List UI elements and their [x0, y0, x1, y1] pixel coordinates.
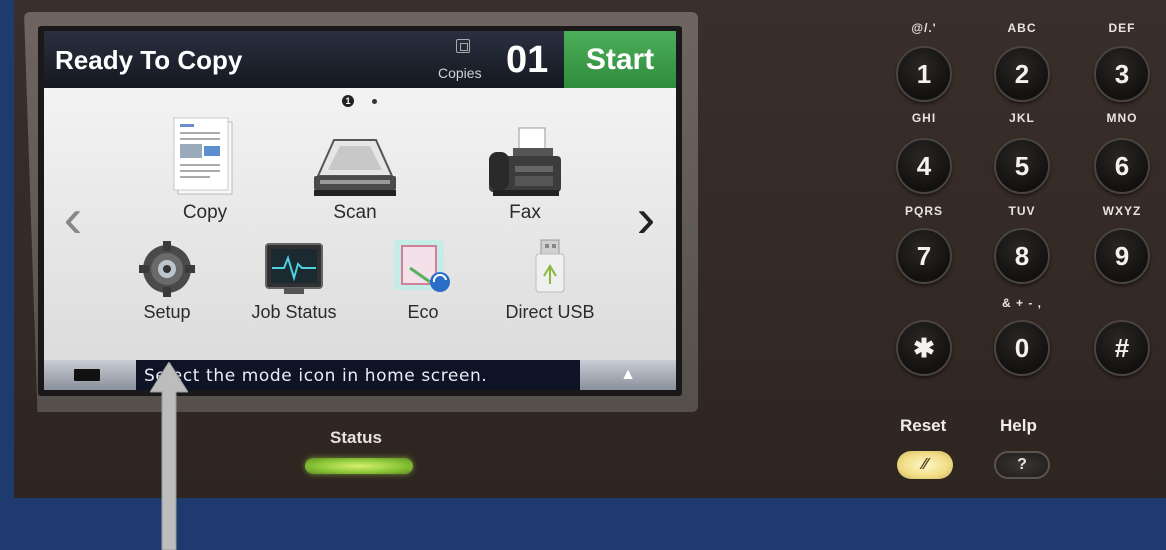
- screen-status-bar: Select the mode icon in home screen. ▲: [44, 360, 676, 390]
- app-copy[interactable]: Copy: [150, 116, 260, 224]
- monitor-icon: [265, 243, 323, 294]
- start-button[interactable]: Start: [564, 31, 676, 88]
- gear-icon: [139, 241, 195, 297]
- status-message: Select the mode icon in home screen.: [144, 366, 488, 386]
- copies-icon: [456, 39, 470, 53]
- key-letters: WXYZ: [1102, 204, 1142, 218]
- page-indicator-active: 1: [342, 95, 354, 107]
- key-3[interactable]: 3: [1094, 46, 1150, 102]
- screen-title: Ready To Copy: [55, 45, 243, 75]
- reset-button[interactable]: ⁄⁄: [897, 451, 953, 479]
- usb-icon: [535, 239, 565, 293]
- key-1[interactable]: 1: [896, 46, 952, 102]
- app-label: Scan: [333, 202, 377, 223]
- key-4[interactable]: 4: [896, 138, 952, 194]
- key-7[interactable]: 7: [896, 228, 952, 284]
- app-label: Job Status: [251, 302, 337, 322]
- scan-icon: [314, 139, 396, 196]
- key-8[interactable]: 8: [994, 228, 1050, 284]
- page-indicator-dot: [372, 99, 377, 104]
- eco-icon: [394, 240, 450, 292]
- key-letters: DEF: [1108, 21, 1136, 35]
- home-app-grid: 1 ‹ › Copy Scan Fax Setup Job Status Eco…: [44, 88, 676, 360]
- screen-home-button[interactable]: [44, 360, 136, 390]
- app-label: Direct USB: [505, 302, 595, 322]
- app-label: Eco: [407, 302, 439, 322]
- lcd-touchscreen: Ready To Copy Copies 01 Start 1 ‹ › Copy…: [44, 31, 676, 390]
- next-page-arrow[interactable]: ›: [631, 188, 661, 248]
- app-label: Fax: [509, 202, 541, 223]
- fax-icon: [489, 127, 561, 196]
- app-eco[interactable]: Eco: [380, 238, 466, 323]
- copy-icon: [173, 117, 233, 195]
- key-0[interactable]: 0: [994, 320, 1050, 376]
- key-letters: ABC: [1007, 21, 1037, 35]
- help-button[interactable]: ?: [994, 451, 1050, 479]
- key-letters: PQRS: [904, 204, 943, 218]
- copies-count[interactable]: 01: [506, 39, 548, 82]
- key-2[interactable]: 2: [994, 46, 1050, 102]
- pointer-arrow-annotation: [150, 362, 188, 550]
- app-fax[interactable]: Fax: [470, 126, 580, 224]
- app-setup[interactable]: Setup: [122, 240, 212, 323]
- key-letters: & + - ,: [1001, 296, 1042, 310]
- screen-header: Ready To Copy Copies 01 Start: [44, 31, 676, 88]
- app-direct-usb[interactable]: Direct USB: [490, 238, 610, 323]
- key-letters: TUV: [1008, 204, 1036, 218]
- copies-label: Copies: [438, 65, 482, 81]
- key-letters: @/.': [911, 21, 937, 35]
- status-label: Status: [330, 428, 382, 447]
- help-label: Help: [1000, 416, 1037, 435]
- app-label: Copy: [182, 202, 228, 223]
- status-led: [305, 458, 413, 474]
- key-letters: MNO: [1106, 111, 1138, 125]
- app-scan[interactable]: Scan: [300, 136, 410, 224]
- key-9[interactable]: 9: [1094, 228, 1150, 284]
- app-job-status[interactable]: Job Status: [234, 240, 354, 323]
- expand-button[interactable]: ▲: [580, 360, 676, 390]
- app-label: Setup: [143, 302, 191, 322]
- prev-page-arrow[interactable]: ‹: [58, 188, 88, 248]
- key-6[interactable]: 6: [1094, 138, 1150, 194]
- reset-label: Reset: [900, 416, 947, 435]
- key-letters: GHI: [911, 111, 937, 125]
- key-5[interactable]: 5: [994, 138, 1050, 194]
- key-hash[interactable]: #: [1094, 320, 1150, 376]
- key-star[interactable]: ✱: [896, 320, 952, 376]
- key-letters: JKL: [1009, 111, 1035, 125]
